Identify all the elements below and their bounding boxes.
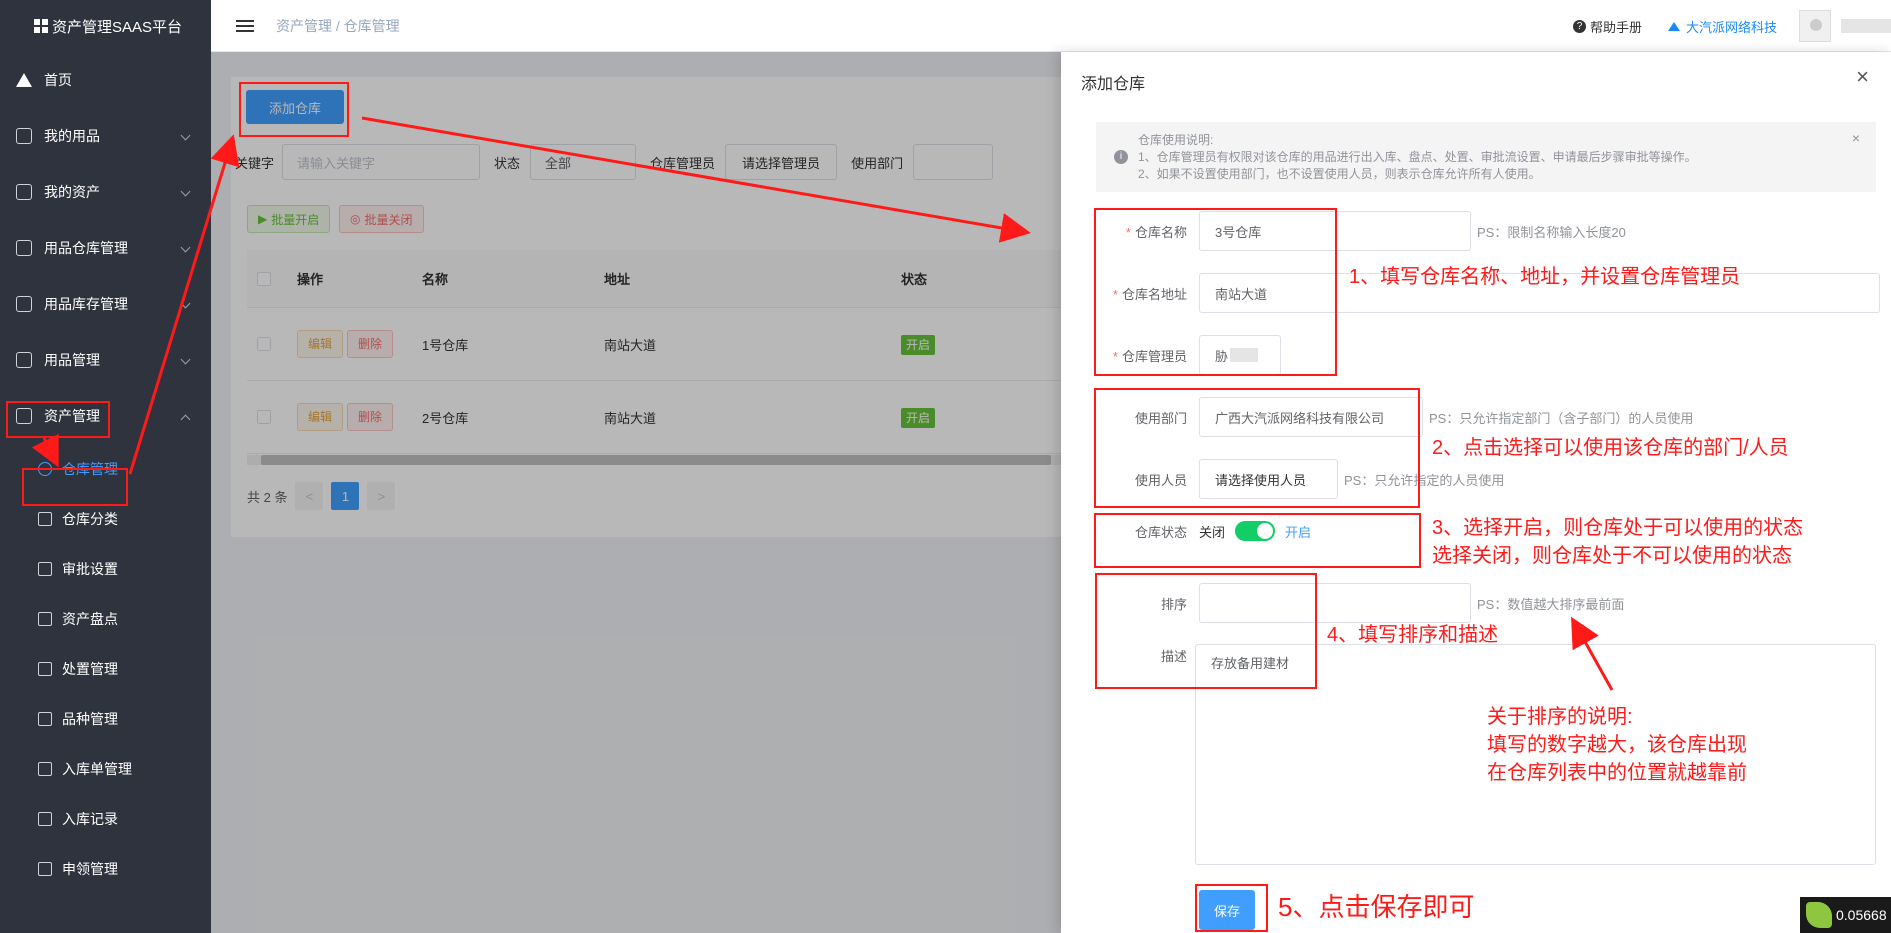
arrow-to-drawer (361, 116, 1031, 243)
arrow-to-sort-hint (1571, 616, 1614, 691)
annotation-arrows (31, 116, 1614, 691)
leaf-logo-icon (1806, 902, 1832, 928)
annotation-step4: 4、填写排序和描述 (1327, 624, 1499, 646)
watermark-badge: 0.05668 (1800, 897, 1891, 933)
arrow-to-add-button (128, 134, 240, 475)
annotation-step3-line2: 选择关闭，则仓库处于不可以使用的状态 (1432, 545, 1792, 567)
annotation-step3-line1: 3、选择开启，则仓库处于可以使用的状态 (1432, 517, 1804, 539)
badge-value: 0.05668 (1836, 907, 1887, 923)
annotation-sort-note-title: 关于排序的说明: (1487, 706, 1633, 728)
annotation-step2: 2、点击选择可以使用该仓库的部门/人员 (1432, 437, 1789, 459)
annotation-step5: 5、点击保存即可 (1278, 892, 1475, 922)
annotation-sort-note-line: 填写的数字越大，该仓库出现 (1487, 734, 1747, 756)
annotation-sort-note-line: 在仓库列表中的位置就越靠前 (1487, 762, 1747, 784)
arrow-to-warehouse-menu (31, 433, 59, 468)
annotation-step1: 1、填写仓库名称、地址，并设置仓库管理员 (1349, 266, 1741, 288)
